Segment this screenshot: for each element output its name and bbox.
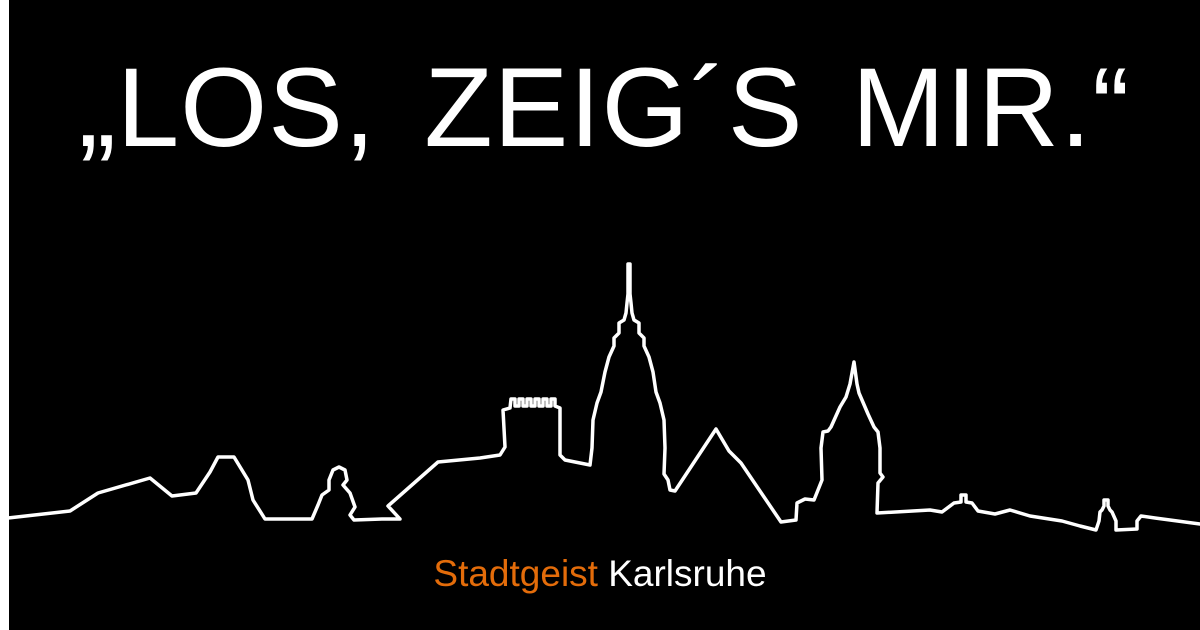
brand-wordmark: Stadtgeist Karlsruhe	[0, 552, 1200, 596]
share-image: „LOS, ZEIG´S MIR.“ Stadtgeist Karlsruhe	[0, 0, 1200, 630]
city-skyline-outline-icon	[6, 262, 1200, 532]
brand-karlsruhe: Karlsruhe	[608, 553, 767, 594]
brand-stadtgeist: Stadtgeist	[433, 553, 598, 594]
